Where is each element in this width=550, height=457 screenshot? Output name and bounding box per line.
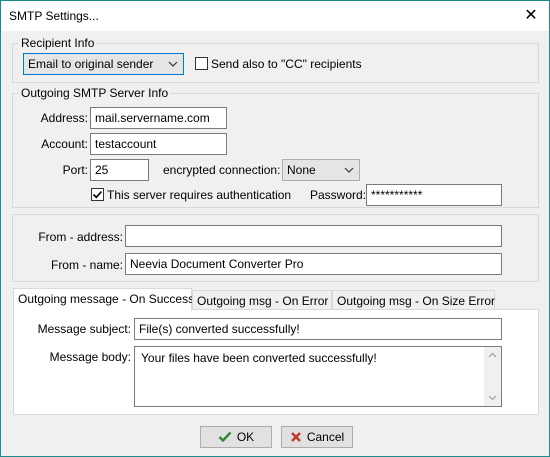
- encrypted-connection-label: encrypted connection:: [163, 163, 281, 177]
- message-body-text: Your files have been converted successfu…: [141, 351, 377, 365]
- from-address-input[interactable]: [125, 225, 502, 247]
- tab-on-error[interactable]: Outgoing msg - On Error: [192, 290, 332, 310]
- cc-checkbox-label: Send also to "CC" recipients: [211, 57, 362, 71]
- cancel-button[interactable]: Cancel: [281, 426, 353, 448]
- password-label: Password:: [310, 188, 367, 202]
- scroll-up-icon[interactable]: [484, 349, 501, 361]
- tab-on-size-error[interactable]: Outgoing msg - On Size Error: [332, 290, 495, 310]
- ok-button[interactable]: OK: [200, 426, 272, 448]
- tab-on-success[interactable]: Outgoing message - On Success: [13, 288, 194, 311]
- password-input[interactable]: ***********: [366, 184, 502, 206]
- account-label: Account:: [41, 137, 88, 151]
- message-body-textarea[interactable]: Your files have been converted successfu…: [134, 346, 502, 407]
- ok-button-label: OK: [236, 430, 255, 444]
- cc-checkbox[interactable]: [195, 57, 208, 70]
- encrypted-connection-value: None: [287, 163, 316, 177]
- message-subject-label: Message subject:: [37, 322, 131, 336]
- address-label: Address:: [40, 111, 88, 125]
- smtp-settings-dialog: SMTP Settings... ✕ Recipient Info Email …: [0, 0, 550, 457]
- check-icon: [218, 431, 232, 443]
- smtp-port-input[interactable]: 25: [90, 159, 149, 181]
- encrypted-connection-select[interactable]: None: [282, 159, 360, 181]
- auth-checkbox[interactable]: [91, 188, 104, 201]
- message-subject-input[interactable]: File(s) converted successfully!: [134, 318, 502, 340]
- recipient-select[interactable]: Email to original sender: [23, 53, 184, 75]
- cancel-button-label: Cancel: [306, 430, 345, 444]
- from-name-label: From - name:: [50, 258, 123, 272]
- cancel-x-icon: [290, 432, 301, 442]
- from-address-label: From - address:: [38, 230, 123, 244]
- checkmark-icon: [92, 190, 103, 199]
- smtp-account-input[interactable]: testaccount: [90, 133, 227, 155]
- recipient-info-label: Recipient Info: [19, 36, 97, 50]
- smtp-server-label: Outgoing SMTP Server Info: [19, 86, 171, 100]
- auth-checkbox-label: This server requires authentication: [107, 188, 292, 202]
- recipient-select-value: Email to original sender: [28, 57, 154, 71]
- scroll-down-icon[interactable]: [484, 392, 501, 404]
- window-title: SMTP Settings...: [9, 9, 99, 23]
- chevron-down-icon: [168, 61, 178, 67]
- message-body-scrollbar[interactable]: [484, 347, 501, 406]
- chevron-down-icon: [344, 167, 354, 173]
- title-bar: SMTP Settings... ✕: [1, 1, 549, 31]
- message-body-label: Message body:: [49, 350, 131, 364]
- port-label: Port:: [62, 163, 88, 177]
- close-icon[interactable]: ✕: [521, 6, 541, 26]
- from-name-input[interactable]: Neevia Document Converter Pro: [125, 253, 502, 275]
- smtp-address-input[interactable]: mail.servername.com: [90, 107, 227, 129]
